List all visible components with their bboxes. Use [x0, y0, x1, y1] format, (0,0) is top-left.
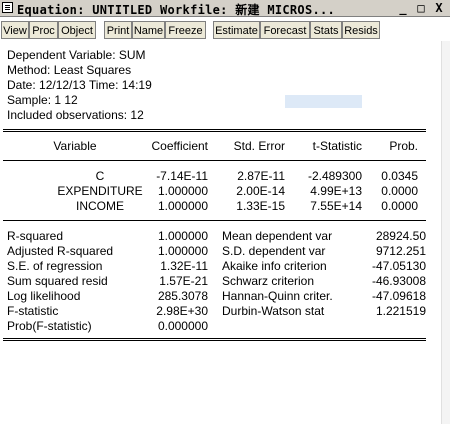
stat-value: 2.98E+30 — [156, 304, 208, 318]
t-stat-value: -2.489300 — [307, 169, 362, 183]
stat-value: 28924.50 — [375, 229, 426, 243]
stat-label: Hannan-Quinn criter. — [222, 289, 333, 303]
stat-value: 1.32E-11 — [160, 259, 208, 273]
estimate-button[interactable]: Estimate — [213, 21, 260, 39]
stat-label: F-statistic — [7, 304, 59, 318]
stat-label: S.D. dependent var — [222, 244, 326, 258]
print-button[interactable]: Print — [104, 21, 132, 39]
stat-value: -47.05130 — [371, 259, 426, 273]
std-error-value: 2.00E-14 — [236, 184, 285, 198]
stat-value: 1.221519 — [375, 304, 426, 318]
table-rule-mid — [3, 160, 426, 161]
header-t-statistic: t-Statistic — [312, 139, 362, 153]
coef-value: -7.14E-11 — [156, 169, 208, 183]
prob-value: 0.0000 — [381, 199, 418, 213]
minimize-button[interactable]: _ — [396, 1, 410, 15]
stat-label: Akaike info criterion — [222, 259, 327, 273]
stat-label: R-squared — [7, 229, 64, 243]
stats-button[interactable]: Stats — [310, 21, 342, 39]
header-prob: Prob. — [389, 139, 418, 153]
stat-label: Mean dependent var — [222, 229, 333, 243]
date-time-line: Date: 12/12/13 Time: 14:19 — [7, 78, 152, 92]
stat-label: Sum squared resid — [7, 274, 108, 288]
stats-rule-bottom-2 — [3, 340, 426, 341]
coef-value: 1.000000 — [157, 184, 208, 198]
stat-value: 9712.251 — [375, 244, 426, 258]
stat-label: Durbin-Watson stat — [222, 304, 325, 318]
stat-label: Schwarz criterion — [222, 274, 315, 288]
prob-value: 0.0000 — [381, 184, 418, 198]
maximize-button[interactable]: □ — [414, 1, 428, 15]
stat-label: Log likelihood — [7, 289, 81, 303]
stat-value: 285.3078 — [157, 289, 208, 303]
coef-value: 1.000000 — [157, 199, 208, 213]
header-variable: Variable — [53, 139, 97, 153]
toolbar: View Proc Object Print Name Freeze Estim… — [0, 20, 450, 40]
t-stat-value: 7.55E+14 — [310, 199, 362, 213]
stat-value: -46.93008 — [371, 274, 426, 288]
title-bar: Equation: UNTITLED Workfile: 新建 MICROS..… — [0, 0, 450, 17]
view-button[interactable]: View — [1, 21, 29, 39]
stat-label: Adjusted R-squared — [7, 244, 114, 258]
object-button[interactable]: Object — [58, 21, 96, 39]
method-line: Method: Least Squares — [7, 63, 132, 77]
close-button[interactable]: X — [432, 1, 446, 15]
prob-value: 0.0345 — [381, 169, 418, 183]
std-error-value: 2.87E-11 — [237, 169, 285, 183]
std-error-value: 1.33E-15 — [236, 199, 285, 213]
proc-button[interactable]: Proc — [29, 21, 58, 39]
stat-value: 1.000000 — [157, 244, 208, 258]
t-stat-value: 4.99E+13 — [310, 184, 362, 198]
stat-value: -47.09618 — [371, 289, 426, 303]
resids-button[interactable]: Resids — [342, 21, 380, 39]
freeze-button[interactable]: Freeze — [165, 21, 206, 39]
selection-highlight — [285, 95, 362, 108]
header-std-error: Std. Error — [233, 139, 285, 153]
stat-label: Prob(F-statistic) — [7, 319, 92, 333]
sample-line: Sample: 1 12 — [7, 93, 78, 107]
stats-rule-bottom-1 — [3, 338, 426, 339]
stat-value: 1.57E-21 — [159, 274, 208, 288]
window-icon[interactable] — [2, 2, 13, 13]
name-button[interactable]: Name — [132, 21, 165, 39]
stat-value: 1.000000 — [157, 229, 208, 243]
header-coefficient: Coefficient — [151, 139, 208, 153]
table-rule-top-1 — [3, 129, 426, 130]
vertical-scrollbar[interactable] — [441, 41, 450, 424]
stat-label: S.E. of regression — [7, 259, 103, 273]
dependent-variable-line: Dependent Variable: SUM — [7, 48, 146, 62]
forecast-button[interactable]: Forecast — [260, 21, 310, 39]
stat-value: 0.000000 — [157, 319, 208, 333]
table-rule-top-2 — [3, 131, 426, 132]
window-title: Equation: UNTITLED Workfile: 新建 MICROS..… — [17, 3, 336, 17]
stats-rule-top — [3, 220, 426, 221]
observations-line: Included observations: 12 — [7, 108, 144, 122]
